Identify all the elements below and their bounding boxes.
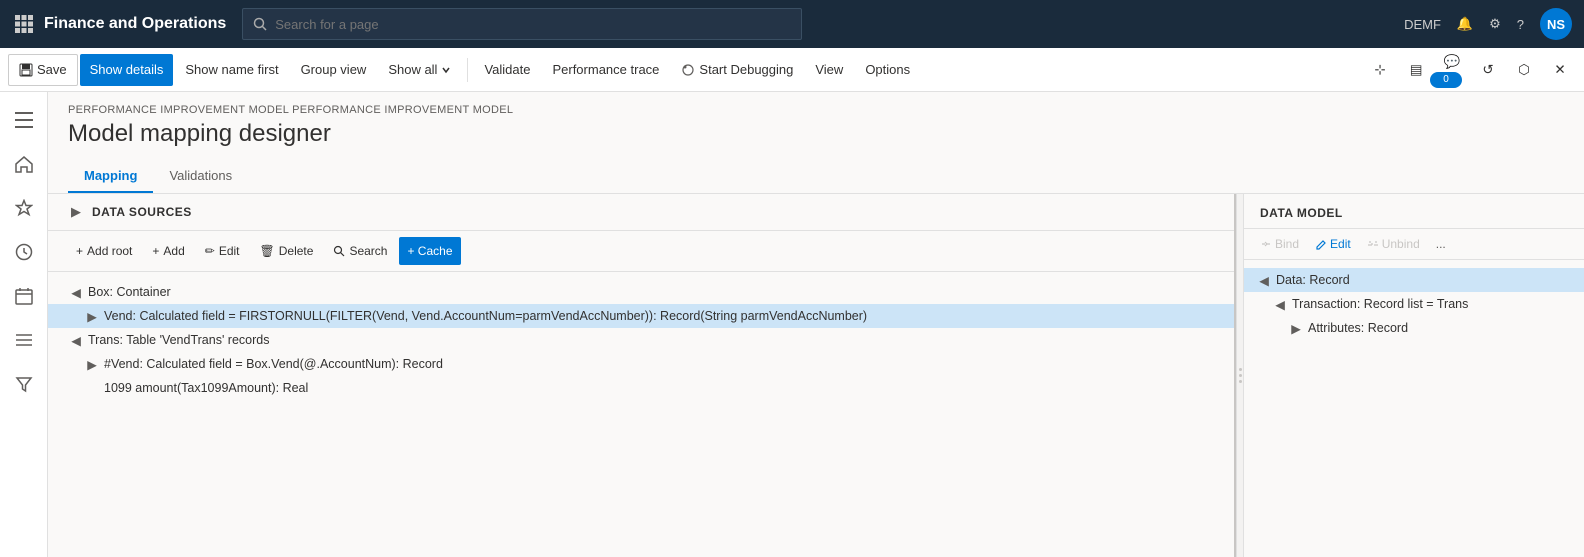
app-name: Finance and Operations: [44, 15, 226, 33]
resize-dot-2: [1239, 374, 1242, 377]
bind-icon: [1260, 238, 1272, 250]
expand-vend-icon[interactable]: ▶: [84, 308, 100, 324]
expand-box-icon[interactable]: ◀: [68, 284, 84, 300]
content-area: PERFORMANCE IMPROVEMENT MODEL PERFORMANC…: [48, 92, 1584, 557]
resize-dot-3: [1239, 380, 1242, 383]
validate-button[interactable]: Validate: [474, 54, 540, 86]
top-navigation: Finance and Operations DEMF 🔔 ⚙ ? NS: [0, 0, 1584, 48]
sidebar-calendar-icon[interactable]: [4, 276, 44, 316]
sidebar-hamburger-icon[interactable]: [4, 100, 44, 140]
main-layout: PERFORMANCE IMPROVEMENT MODEL PERFORMANC…: [0, 92, 1584, 557]
page-title: Model mapping designer: [48, 120, 1584, 160]
show-all-button[interactable]: Show all: [378, 54, 461, 86]
search-bar[interactable]: [242, 8, 802, 40]
edit-button[interactable]: ✏ Edit: [197, 237, 248, 265]
add-root-button[interactable]: + Add root: [68, 237, 140, 265]
sidebar-recent-icon[interactable]: [4, 232, 44, 272]
tree-item-vend[interactable]: ▶ Vend: Calculated field = FIRSTORNULL(F…: [48, 304, 1234, 328]
view-button[interactable]: View: [805, 54, 853, 86]
user-avatar[interactable]: NS: [1540, 8, 1572, 40]
toolbar-right: ⊹ ▤ 💬 0 ↺ ⬡ ✕: [1364, 46, 1576, 94]
nav-right-actions: DEMF 🔔 ⚙ ? NS: [1404, 8, 1572, 40]
cache-button[interactable]: + Cache: [399, 237, 460, 265]
sidebar-toggle-button[interactable]: ▤: [1400, 54, 1432, 86]
data-sources-header: ▶ DATA SOURCES: [48, 194, 1234, 231]
sidebar-filter-icon[interactable]: [4, 364, 44, 404]
tab-bar: Mapping Validations: [48, 160, 1584, 194]
sidebar-list-icon[interactable]: [4, 320, 44, 360]
dm-tree-item-attributes[interactable]: ▶ Attributes: Record: [1244, 316, 1584, 340]
show-details-button[interactable]: Show details: [80, 54, 174, 86]
sidebar-home-icon[interactable]: [4, 144, 44, 184]
dm-expand-transaction-icon[interactable]: ◀: [1272, 296, 1288, 312]
toolbar-separator-1: [467, 58, 468, 82]
data-model-header: DATA MODEL: [1244, 194, 1584, 229]
search-tool-icon: [333, 245, 345, 257]
tree-item-trans[interactable]: ◀ Trans: Table 'VendTrans' records: [48, 328, 1234, 352]
data-model-tree: ◀ Data: Record ◀ Transaction: Record lis…: [1244, 260, 1584, 557]
refresh-icon-button[interactable]: ↺: [1472, 54, 1504, 86]
dm-expand-data-icon[interactable]: ◀: [1256, 272, 1272, 288]
tree-item-box[interactable]: ◀ Box: Container: [48, 280, 1234, 304]
resize-dots: [1239, 368, 1242, 383]
action-toolbar: Save Show details Show name first Group …: [0, 48, 1584, 92]
dm-edit-button[interactable]: Edit: [1311, 235, 1355, 253]
options-button[interactable]: Options: [855, 54, 920, 86]
search-button[interactable]: Search: [325, 237, 395, 265]
unbind-icon: [1367, 238, 1379, 250]
bind-button[interactable]: Bind: [1256, 235, 1303, 253]
dm-expand-attributes-icon[interactable]: ▶: [1288, 320, 1304, 336]
tree-item-hash-vend[interactable]: ▶ #Vend: Calculated field = Box.Vend(@.A…: [48, 352, 1234, 376]
data-sources-title: DATA SOURCES: [92, 205, 192, 219]
expand-hash-vend-icon[interactable]: ▶: [84, 356, 100, 372]
data-panel: ▶ DATA SOURCES + Add root + Add ✏ Edit: [48, 194, 1584, 557]
dm-tree-item-data[interactable]: ◀ Data: Record: [1244, 268, 1584, 292]
tree-item-tax1099[interactable]: ▶ 1099 amount(Tax1099Amount): Real: [48, 376, 1234, 400]
delete-button[interactable]: 🗑 Delete: [252, 237, 322, 265]
unbind-button[interactable]: Unbind: [1363, 235, 1424, 253]
data-sources-panel: ▶ DATA SOURCES + Add root + Add ✏ Edit: [48, 194, 1236, 557]
data-model-panel: DATA MODEL Bind Edit: [1244, 194, 1584, 557]
bookmark-icon-button[interactable]: ⊹: [1364, 54, 1396, 86]
start-debugging-button[interactable]: Start Debugging: [671, 54, 803, 86]
notification-badge: 0: [1430, 72, 1462, 88]
notification-badge-container: 💬 0: [1436, 46, 1468, 94]
performance-trace-button[interactable]: Performance trace: [542, 54, 669, 86]
more-options-button[interactable]: ...: [1432, 235, 1450, 253]
left-sidebar: [0, 92, 48, 557]
notification-icon[interactable]: 🔔: [1457, 16, 1473, 32]
breadcrumb: PERFORMANCE IMPROVEMENT MODEL PERFORMANC…: [48, 92, 1584, 120]
group-view-button[interactable]: Group view: [291, 54, 377, 86]
help-icon[interactable]: ?: [1517, 17, 1524, 32]
show-name-first-button[interactable]: Show name first: [175, 54, 288, 86]
search-input[interactable]: [275, 17, 791, 32]
edit-icon: [1315, 238, 1327, 250]
dm-tree-item-transaction[interactable]: ◀ Transaction: Record list = Trans: [1244, 292, 1584, 316]
close-icon-button[interactable]: ✕: [1544, 54, 1576, 86]
open-new-icon-button[interactable]: ⬡: [1508, 54, 1540, 86]
expand-trans-icon[interactable]: ◀: [68, 332, 84, 348]
add-button[interactable]: + Add: [144, 237, 192, 265]
search-icon: [253, 17, 267, 31]
save-icon: [19, 63, 33, 77]
tab-validations[interactable]: Validations: [153, 160, 248, 193]
tab-mapping[interactable]: Mapping: [68, 160, 153, 193]
debug-icon: [681, 63, 695, 77]
data-model-toolbar: Bind Edit Unbind: [1244, 229, 1584, 260]
resize-handle[interactable]: [1236, 194, 1244, 557]
data-sources-toolbar: + Add root + Add ✏ Edit 🗑 Delete: [48, 231, 1234, 272]
chevron-down-icon: [441, 65, 451, 75]
environment-label: DEMF: [1404, 17, 1441, 32]
grid-menu-icon[interactable]: [12, 12, 36, 36]
resize-dot-1: [1239, 368, 1242, 371]
data-sources-expand-icon[interactable]: ▶: [68, 204, 84, 220]
sidebar-star-icon[interactable]: [4, 188, 44, 228]
save-button[interactable]: Save: [8, 54, 78, 86]
data-sources-tree: ◀ Box: Container ▶ Vend: Calculated fiel…: [48, 272, 1234, 557]
settings-icon[interactable]: ⚙: [1489, 16, 1501, 32]
